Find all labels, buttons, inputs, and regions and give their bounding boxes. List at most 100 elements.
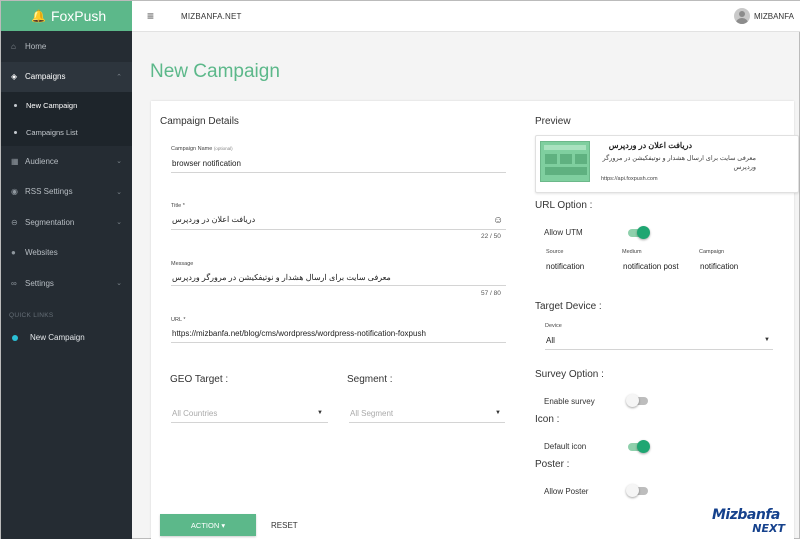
geo-target-underline <box>171 422 328 423</box>
dot-icon <box>12 334 18 341</box>
campaign-form-card: Campaign Details Campaign Name (optional… <box>151 101 799 539</box>
quick-links-heading: QUICK LINKS <box>9 311 54 319</box>
user-menu[interactable]: MIZBANFA <box>733 8 794 24</box>
device-select[interactable]: All <box>546 336 555 345</box>
allow-poster-label: Allow Poster <box>544 487 589 496</box>
caret-down-icon: ▼ <box>317 410 323 416</box>
sidebar-subitem-new-campaign[interactable]: New Campaign <box>1 92 132 119</box>
preview-url: https://api.foxpush.com <box>601 176 658 182</box>
preview-image-block <box>575 154 587 164</box>
reset-button[interactable]: RESET <box>265 514 304 536</box>
preview-image-block <box>545 167 587 175</box>
target-device-heading: Target Device : <box>535 301 602 312</box>
default-icon-toggle[interactable] <box>628 440 650 453</box>
message-input[interactable]: معرفی سایت برای ارسال هشدار و نوتیفکیشن … <box>172 273 391 282</box>
home-icon: ⌂ <box>11 41 16 51</box>
campaign-name-label-text: Campaign Name <box>171 146 213 152</box>
sidebar-item-settings[interactable]: ∞ Settings ⌄ <box>1 268 132 299</box>
bullet-icon <box>14 131 17 134</box>
emoji-icon[interactable]: ☺ <box>493 215 503 226</box>
logo-line1: Mizbanfa <box>712 507 780 523</box>
chevron-down-icon: ⌄ <box>116 219 122 227</box>
message-underline <box>171 285 506 286</box>
chevron-down-icon: ⌄ <box>116 280 122 288</box>
sidebar: 🔔 FoxPush ⌂ Home ◈ Campaigns ⌃ New Campa… <box>1 1 132 539</box>
caret-down-icon: ▼ <box>495 410 501 416</box>
device-label: Device <box>545 323 562 329</box>
sidebar-item-audience[interactable]: ▦ Audience ⌄ <box>1 146 132 177</box>
avatar <box>733 8 750 24</box>
sidebar-item-label: Campaigns <box>25 72 66 82</box>
layers-icon: ◈ <box>11 72 18 82</box>
utm-medium-input[interactable]: notification post <box>623 262 679 271</box>
sidebar-subitem-campaigns-list[interactable]: Campaigns List <box>1 119 132 146</box>
chevron-down-icon: ⌄ <box>116 158 122 166</box>
campaigns-submenu: New Campaign Campaigns List <box>1 92 132 146</box>
campaign-name-input[interactable]: browser notification <box>172 159 241 168</box>
rss-icon: ◉ <box>11 187 18 197</box>
toggle-knob <box>637 440 650 453</box>
quick-link-label: New Campaign <box>30 333 85 342</box>
quick-link-new-campaign[interactable]: New Campaign <box>1 327 132 349</box>
title-underline <box>171 229 506 230</box>
sidebar-item-websites[interactable]: ● Websites <box>1 238 132 269</box>
allow-utm-label: Allow UTM <box>544 228 583 237</box>
poster-heading: Poster : <box>535 459 570 470</box>
survey-option-heading: Survey Option : <box>535 369 604 380</box>
utm-source-input[interactable]: notification <box>546 262 584 271</box>
sidebar-subitem-label: Campaigns List <box>26 128 78 137</box>
caret-down-icon: ▼ <box>764 337 770 343</box>
enable-survey-toggle[interactable] <box>626 394 648 407</box>
logo-line2: NEXT <box>752 522 785 535</box>
brand-name: FoxPush <box>50 8 107 24</box>
preview-image <box>540 141 590 182</box>
allow-utm-toggle[interactable] <box>628 226 650 239</box>
preview-image-block <box>560 154 572 164</box>
allow-poster-toggle[interactable] <box>626 484 648 497</box>
campaign-details-heading: Campaign Details <box>160 116 239 127</box>
message-label: Message <box>171 261 194 267</box>
utm-source-label: Source <box>546 249 564 255</box>
url-label: URL * <box>171 317 186 323</box>
sidebar-item-label: Settings <box>25 278 54 288</box>
default-icon-label: Default icon <box>544 442 587 451</box>
sidebar-item-label: Websites <box>25 248 58 258</box>
utm-campaign-label: Campaign <box>699 249 725 255</box>
sidebar-subitem-label: New Campaign <box>26 101 78 110</box>
campaign-name-label: Campaign Name (optional) <box>171 146 233 152</box>
toggle-knob <box>626 484 639 497</box>
preview-image-block <box>545 154 557 164</box>
segment-underline <box>349 422 505 423</box>
audience-icon: ▦ <box>11 156 19 166</box>
brand-logo[interactable]: 🔔 FoxPush <box>1 1 132 31</box>
sidebar-item-label: RSS Settings <box>25 187 73 197</box>
mizbanfa-logo: Mizbanfa NEXT <box>712 507 788 537</box>
geo-target-heading: GEO Target : <box>170 374 229 385</box>
sidebar-item-rss-settings[interactable]: ◉ RSS Settings ⌄ <box>1 177 132 208</box>
sidebar-item-segmentation[interactable]: ⊖ Segmentation ⌄ <box>1 207 132 238</box>
geo-target-select[interactable]: All Countries <box>172 409 217 418</box>
device-underline <box>545 349 773 350</box>
url-input[interactable]: https://mizbanfa.net/blog/cms/wordpress/… <box>172 329 426 338</box>
topbar: ≡ MIZBANFA.NET MIZBANFA <box>132 1 800 32</box>
campaign-name-underline <box>171 172 506 173</box>
chevron-down-icon: ⌄ <box>116 188 122 196</box>
title-input[interactable]: دریافت اعلان در وردپرس <box>172 215 255 224</box>
preview-message: معرفی سایت برای ارسال هشدار و نوتیفکیشن … <box>602 155 756 171</box>
bell-icon: 🔔 <box>31 9 46 23</box>
utm-campaign-input[interactable]: notification <box>700 262 738 271</box>
sidebar-item-label: Home <box>25 41 47 51</box>
segment-heading: Segment : <box>347 374 393 385</box>
sidebar-item-campaigns[interactable]: ◈ Campaigns ⌃ <box>1 61 132 92</box>
menu-icon[interactable]: ≡ <box>147 9 163 23</box>
site-name[interactable]: MIZBANFA.NET <box>181 12 242 21</box>
sidebar-item-label: Audience <box>25 156 59 166</box>
page-title: New Campaign <box>150 61 280 82</box>
segment-select[interactable]: All Segment <box>350 409 393 418</box>
globe-icon: ● <box>11 248 16 258</box>
bullet-icon <box>14 104 17 107</box>
url-option-heading: URL Option : <box>535 200 593 211</box>
segmentation-icon: ⊖ <box>11 217 18 227</box>
action-button[interactable]: ACTION ▾ <box>160 514 256 536</box>
sidebar-item-home[interactable]: ⌂ Home <box>1 31 132 62</box>
